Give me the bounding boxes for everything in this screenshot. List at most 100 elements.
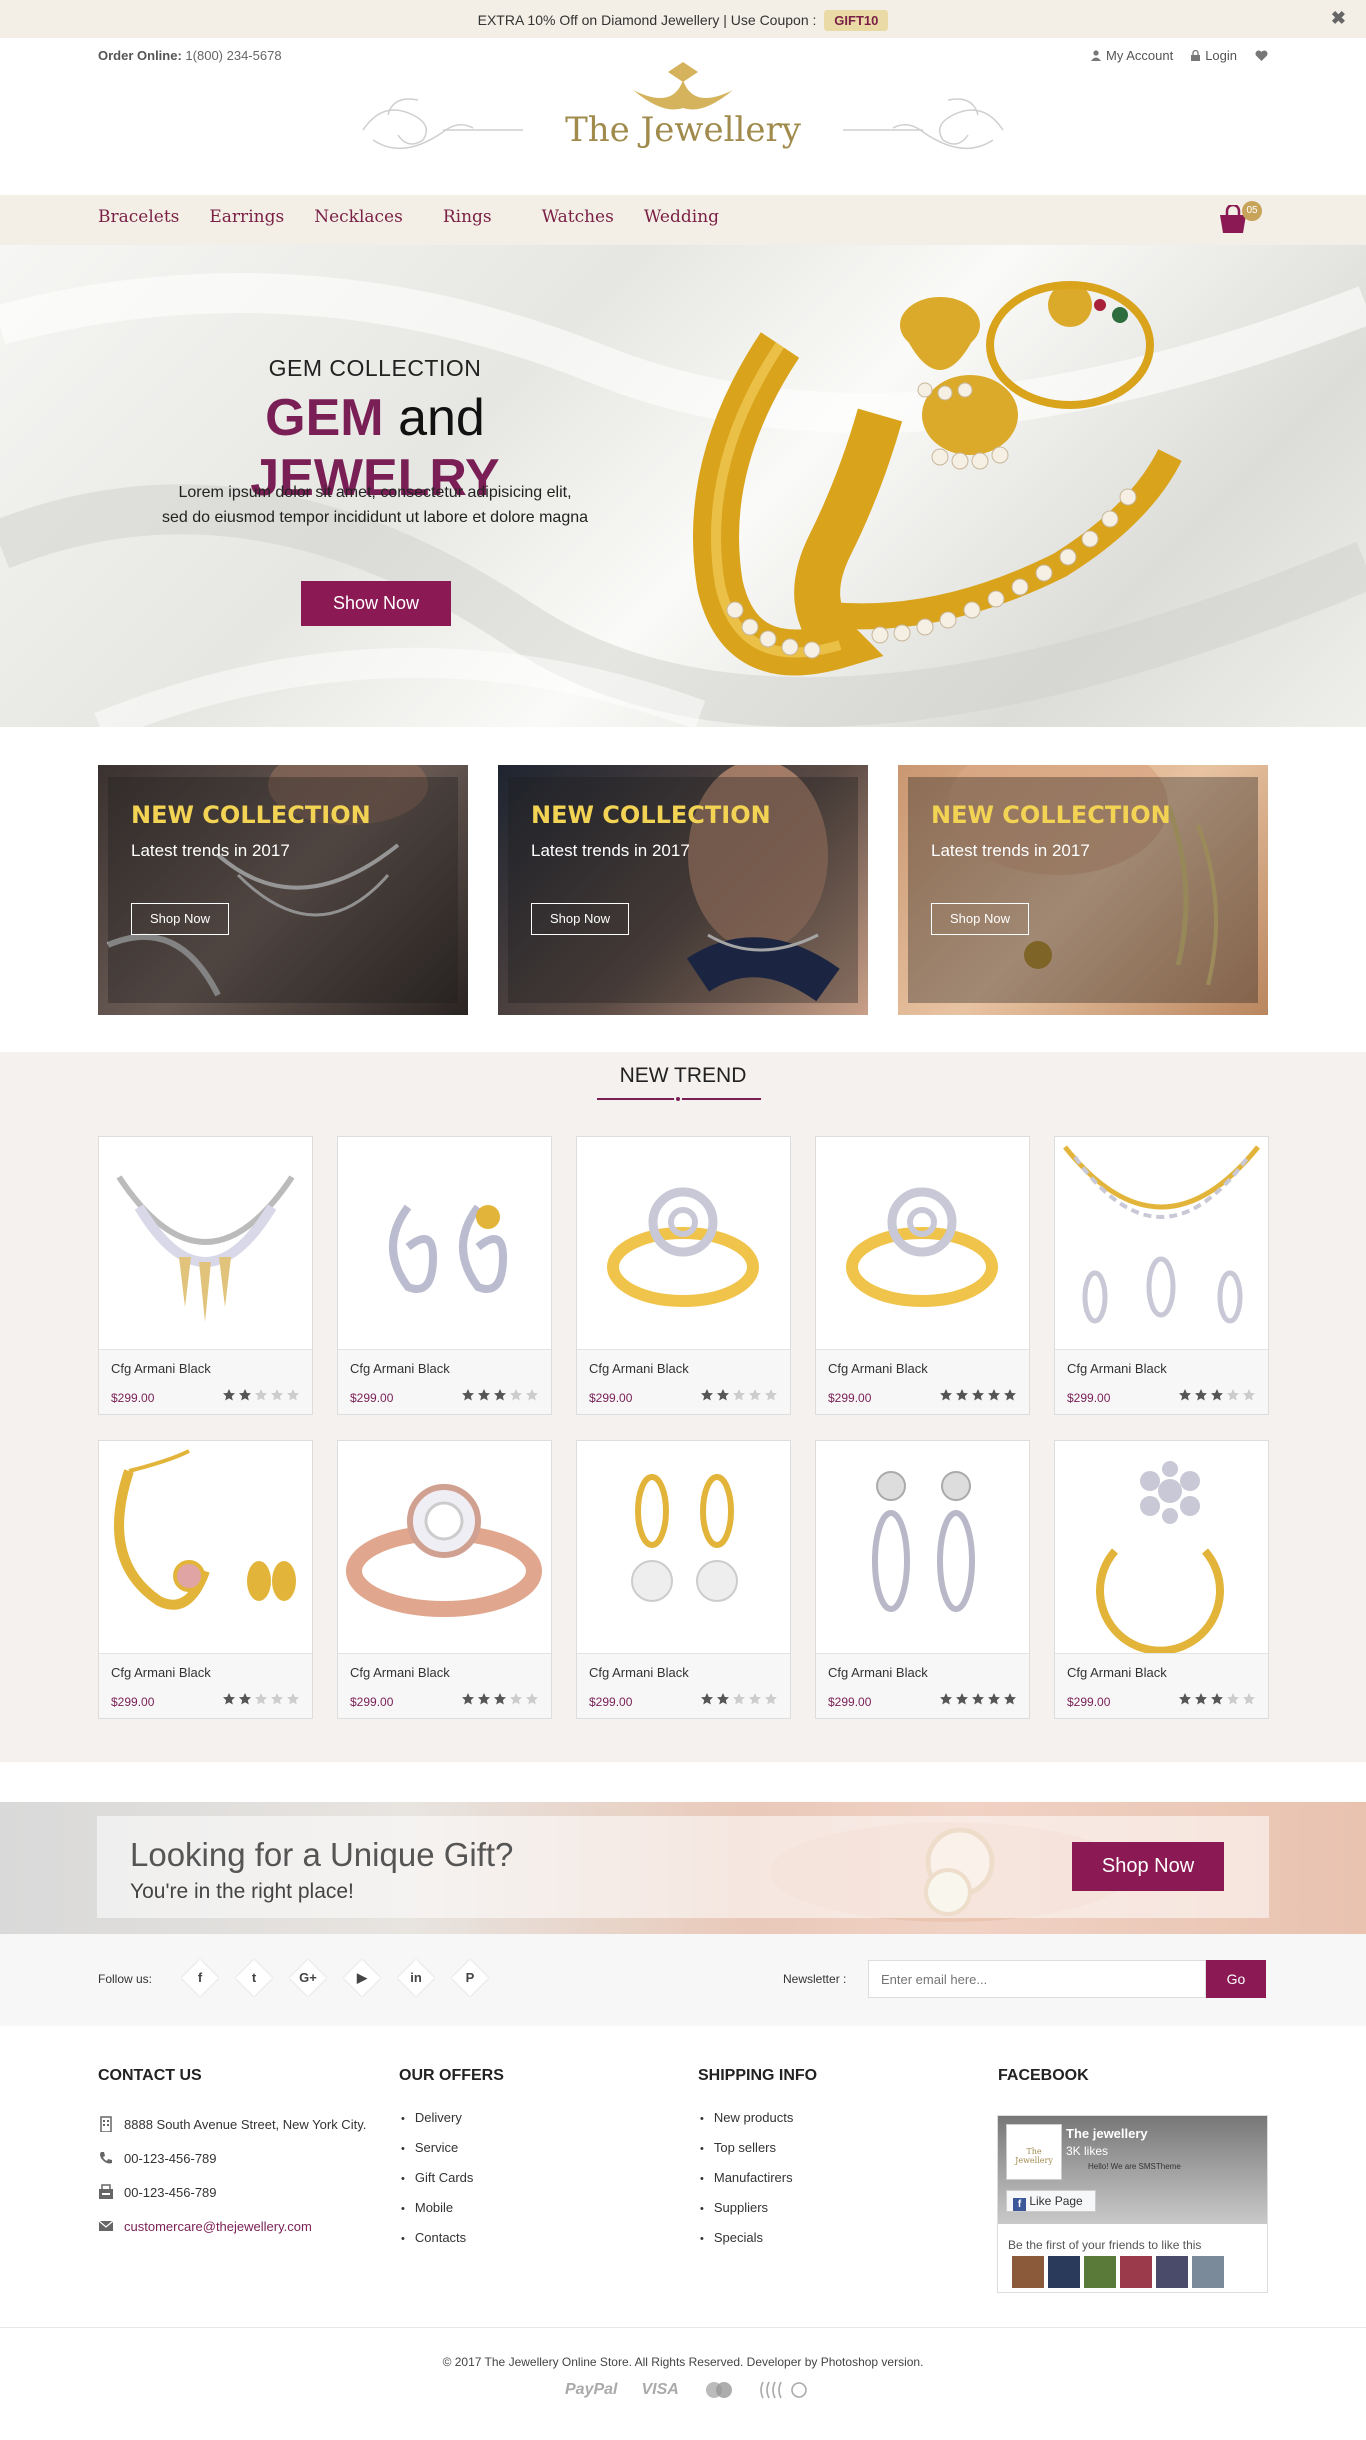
newsletter-go-button[interactable]: Go <box>1206 1960 1266 1998</box>
facebook-like-button[interactable]: f Like Page <box>1006 2190 1096 2212</box>
shipping-link[interactable]: Specials <box>700 2229 793 2259</box>
star-filled-icon <box>1004 1389 1016 1401</box>
mastercard-icon <box>705 2382 732 2398</box>
pinterest-icon[interactable]: P <box>451 1959 489 1997</box>
product-name[interactable]: Cfg Armani Black <box>1067 1665 1167 1680</box>
star-filled-icon <box>1179 1693 1191 1705</box>
cart-button[interactable]: 05 <box>1218 201 1262 237</box>
shipping-link[interactable]: Suppliers <box>700 2199 793 2229</box>
star-empty-icon <box>271 1693 283 1705</box>
necklace-image[interactable] <box>99 1137 312 1350</box>
product-card[interactable]: Cfg Armani Black $299.00 <box>815 1440 1030 1719</box>
product-card[interactable]: Cfg Armani Black $299.00 <box>576 1136 791 1415</box>
contact-email[interactable]: customercare@thejewellery.com <box>98 2218 312 2234</box>
product-card[interactable]: Cfg Armani Black $299.00 <box>337 1440 552 1719</box>
login-link[interactable]: Login <box>1191 48 1237 63</box>
ring-image[interactable] <box>816 1137 1029 1350</box>
product-card[interactable]: Cfg Armani Black $299.00 <box>98 1136 313 1415</box>
shipping-link[interactable]: Manufactirers <box>700 2169 793 2199</box>
offer-link[interactable]: Mobile <box>401 2199 473 2229</box>
star-filled-icon <box>462 1389 474 1401</box>
gift-shop-now-button[interactable]: Shop Now <box>1072 1842 1224 1891</box>
contact-phone-text: 00-123-456-789 <box>124 2150 217 2166</box>
facebook-icon[interactable]: f <box>181 1959 219 1997</box>
product-name[interactable]: Cfg Armani Black <box>111 1665 211 1680</box>
product-card[interactable]: Cfg Armani Black $299.00 <box>576 1440 791 1719</box>
close-icon[interactable]: ✖ <box>1331 8 1346 29</box>
earrings-image[interactable] <box>338 1137 551 1350</box>
product-card[interactable]: Cfg Armani Black $299.00 <box>98 1440 313 1719</box>
hero-title-gem: GEM <box>265 389 384 447</box>
collection-shop-now-button[interactable]: Shop Now <box>531 903 629 935</box>
product-price: $299.00 <box>828 1695 872 1709</box>
star-empty-icon <box>526 1389 538 1401</box>
star-empty-icon <box>510 1389 522 1401</box>
gift-subtitle: You're in the right place! <box>130 1880 354 1903</box>
star-filled-icon <box>478 1389 490 1401</box>
offer-link[interactable]: Contacts <box>401 2229 473 2259</box>
hero-show-now-button[interactable]: Show Now <box>301 581 451 626</box>
ring-image[interactable] <box>577 1137 790 1350</box>
star-empty-icon <box>255 1693 267 1705</box>
star-filled-icon <box>478 1693 490 1705</box>
offer-link[interactable]: Service <box>401 2139 473 2169</box>
product-name[interactable]: Cfg Armani Black <box>589 1665 689 1680</box>
star-filled-icon <box>701 1389 713 1401</box>
star-empty-icon <box>749 1389 761 1401</box>
contact-address: 8888 South Avenue Street, New York City. <box>98 2116 366 2132</box>
section-title: NEW TREND <box>619 1064 747 1087</box>
earrings-image[interactable] <box>577 1441 790 1654</box>
offer-link[interactable]: Delivery <box>401 2109 473 2139</box>
rose-gold-ring-image[interactable] <box>338 1441 551 1654</box>
paypal-icon: PayPal <box>565 2381 618 2398</box>
collection-banner-3: NEW COLLECTION Latest trends in 2017 Sho… <box>898 765 1268 1015</box>
star-filled-icon <box>940 1693 952 1705</box>
heart-icon[interactable] <box>1255 49 1268 62</box>
newsletter-email-input[interactable] <box>868 1960 1206 1998</box>
collection-shop-now-button[interactable]: Shop Now <box>131 903 229 935</box>
youtube-icon[interactable]: ▶ <box>343 1959 381 1997</box>
product-name[interactable]: Cfg Armani Black <box>589 1361 689 1376</box>
facebook-friend-avatars <box>1012 2256 1224 2288</box>
nav-item-rings[interactable]: Rings <box>443 207 492 227</box>
nav-item-bracelets[interactable]: Bracelets <box>98 207 179 227</box>
collection-title: NEW COLLECTION <box>931 801 1171 829</box>
nav-item-earrings[interactable]: Earrings <box>209 207 284 227</box>
our-offers-title: OUR OFFERS <box>399 2067 504 2084</box>
collection-banner-2: NEW COLLECTION Latest trends in 2017 Sho… <box>498 765 868 1015</box>
product-card[interactable]: Cfg Armani Black $299.00 <box>1054 1136 1269 1415</box>
facebook-page-name[interactable]: The jewellery <box>1066 2126 1148 2141</box>
linkedin-icon[interactable]: in <box>397 1959 435 1997</box>
nav-item-wedding[interactable]: Wedding <box>644 207 719 227</box>
product-card[interactable]: Cfg Armani Black $299.00 <box>815 1136 1030 1415</box>
nav-item-necklaces[interactable]: Necklaces <box>314 207 403 227</box>
nose-ring-image[interactable] <box>1055 1441 1268 1654</box>
product-name[interactable]: Cfg Armani Black <box>350 1665 450 1680</box>
google-plus-icon[interactable]: G+ <box>289 1959 327 1997</box>
product-name[interactable]: Cfg Armani Black <box>1067 1361 1167 1376</box>
social-glyph: P <box>465 1970 475 1985</box>
star-empty-icon <box>271 1389 283 1401</box>
necklace-set-image[interactable] <box>1055 1137 1268 1350</box>
follow-label: Follow us: <box>98 1972 153 1986</box>
star-filled-icon <box>717 1693 729 1705</box>
gold-necklace-image[interactable] <box>99 1441 312 1654</box>
envelope-icon <box>98 2220 114 2231</box>
contact-phone: 00-123-456-789 <box>98 2150 217 2166</box>
offer-link[interactable]: Gift Cards <box>401 2169 474 2199</box>
product-name[interactable]: Cfg Armani Black <box>111 1361 211 1376</box>
nav-item-watches[interactable]: Watches <box>542 207 614 227</box>
star-empty-icon <box>526 1693 538 1705</box>
twitter-icon[interactable]: t <box>235 1959 273 1997</box>
earrings-image[interactable] <box>816 1441 1029 1654</box>
shipping-link[interactable]: New products <box>700 2109 793 2139</box>
product-card[interactable]: Cfg Armani Black $299.00 <box>337 1136 552 1415</box>
collection-shop-now-button[interactable]: Shop Now <box>931 903 1029 935</box>
product-name[interactable]: Cfg Armani Black <box>350 1361 450 1376</box>
product-name[interactable]: Cfg Armani Black <box>828 1361 928 1376</box>
product-card[interactable]: Cfg Armani Black $299.00 <box>1054 1440 1269 1719</box>
site-logo[interactable]: The Jewellery <box>333 60 1033 170</box>
product-name[interactable]: Cfg Armani Black <box>828 1665 928 1680</box>
shipping-link[interactable]: Top sellers <box>700 2139 793 2169</box>
my-account-link[interactable]: My Account <box>1090 48 1173 63</box>
